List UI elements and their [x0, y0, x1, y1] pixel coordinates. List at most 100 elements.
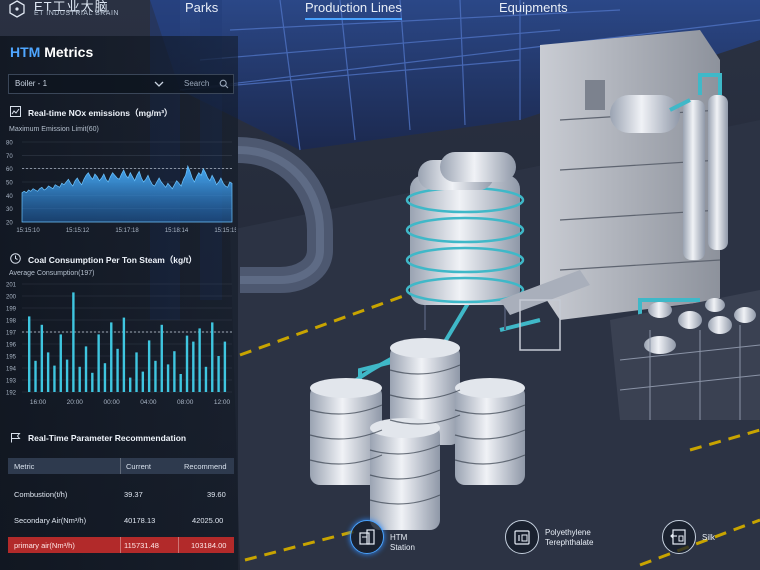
header-current: Current [126, 462, 152, 471]
coal-bar [185, 335, 189, 392]
y-tick-label: 80 [6, 141, 13, 147]
coal-bar [59, 334, 62, 392]
table-header: Metric Current Recommend [8, 458, 234, 474]
coal-bar [154, 360, 157, 392]
y-tick-label: 197 [6, 331, 17, 337]
nav-production-lines[interactable]: Production Lines [305, 0, 402, 20]
header-metric: Metric [14, 462, 35, 471]
boiler-select-value: Boiler - 1 [15, 79, 48, 88]
chevron-down-icon[interactable] [154, 80, 164, 88]
coal-bar [223, 341, 227, 392]
row-metric: primary air(Nm³/h) [14, 541, 75, 550]
y-tick-label: 192 [6, 391, 17, 397]
nox-limit-label: Maximum Emission Limit(60) [9, 126, 99, 133]
coal-bar [28, 316, 31, 392]
nox-area-series [21, 164, 233, 223]
hexagon-logo-icon [9, 0, 25, 18]
coal-bar [192, 341, 195, 392]
app-logo: ET工业大脑 ET INDUSTRIAL BRAIN [8, 0, 158, 22]
coal-bar [72, 292, 75, 392]
coal-bar [103, 363, 107, 392]
y-tick-label: 196 [6, 343, 17, 349]
coal-bar [173, 351, 176, 392]
nox-title: Real-time NOx emissions（mg/m³） [28, 108, 173, 118]
search-icon[interactable] [219, 79, 229, 89]
row-recommend: 39.60 [207, 490, 226, 499]
coal-bar [147, 340, 151, 392]
coal-bar [160, 324, 163, 392]
y-tick-label: 20 [6, 221, 13, 227]
search-input[interactable]: Search [184, 79, 209, 88]
table-row[interactable]: Secondary Air(Nm³/h) 40178.13 42025.00 [8, 512, 234, 528]
x-tick-label: 04:00 [140, 399, 157, 406]
coal-bar [91, 372, 94, 392]
coal-title: Coal Consumption Per Ton Steam（kg/t） [28, 255, 197, 265]
row-recommend: 42025.00 [192, 516, 224, 525]
boiler-selector[interactable]: Boiler - 1 Search [8, 74, 234, 94]
coal-bar [204, 366, 208, 392]
row-current: 40178.13 [124, 516, 156, 525]
coal-bar [129, 377, 132, 392]
coal-consumption-chart: 201 200 199 198 197 196 195 194 193 192 16:00 20:00… [6, 283, 232, 406]
x-tick-label: 15:15:12 [66, 228, 90, 234]
station-pet-label: Polyethylene Terephthalate [545, 528, 593, 548]
coal-bar [110, 322, 113, 392]
coal-bar [217, 356, 220, 392]
coal-bar [65, 359, 69, 392]
coal-bar [122, 317, 126, 392]
recommendation-table: Metric Current Recommend Combustion(t/h)… [8, 458, 234, 553]
station-htm-label: HTM Station [390, 533, 415, 552]
row-current: 115731.48 [124, 541, 159, 550]
flag-icon [11, 433, 21, 443]
nav-equipments[interactable]: Equipments [499, 0, 568, 20]
y-tick-label: 200 [6, 295, 17, 301]
x-tick-label: 12:00 [214, 399, 231, 406]
station-pet-label-line2: Terephthalate [545, 538, 594, 547]
coal-bar [84, 346, 88, 392]
pet-icon [514, 530, 530, 545]
x-tick-label: 15:15:10 [16, 228, 40, 234]
y-tick-label: 60 [6, 167, 13, 173]
logo-subtitle: ET INDUSTRIAL BRAIN [34, 10, 119, 17]
x-tick-label: 15:18:14 [165, 228, 189, 234]
line-chart-icon [10, 106, 21, 117]
station-silk-label: Silk [702, 533, 715, 542]
y-tick-label: 195 [6, 355, 17, 361]
coal-bar [198, 328, 201, 392]
row-metric: Combustion(t/h) [14, 490, 68, 499]
nav-parks[interactable]: Parks [185, 0, 218, 20]
x-tick-label: 15:17:18 [115, 228, 139, 234]
x-tick-label: 15:15:15 [214, 228, 236, 234]
coal-bar [211, 322, 214, 392]
coal-bar [179, 374, 182, 392]
row-metric: Secondary Air(Nm³/h) [14, 516, 87, 525]
y-tick-label: 50 [6, 181, 13, 187]
table-row[interactable]: Combustion(t/h) 39.37 39.60 [8, 486, 234, 502]
coal-bar [40, 324, 44, 392]
station-pet-label-line1: Polyethylene [545, 528, 591, 537]
header-recommend: Recommend [184, 462, 227, 471]
table-row-alert[interactable]: primary air(Nm³/h) 115731.48 103184.00 [8, 537, 234, 553]
row-recommend: 103184.00 [191, 541, 227, 550]
coal-bar [135, 352, 138, 392]
y-tick-label: 201 [6, 283, 17, 289]
y-tick-label: 30 [6, 207, 13, 213]
y-tick-label: 193 [6, 379, 17, 385]
coal-bar [46, 352, 50, 392]
coal-bar [141, 371, 145, 392]
y-tick-label: 199 [6, 307, 17, 313]
coal-bar [34, 360, 37, 392]
nox-emissions-chart: 80 70 60 50 40 30 2015:15:10 15:15:12 15:17:18 15… [6, 141, 236, 235]
htm-station-icon [359, 529, 375, 545]
y-tick-label: 40 [6, 194, 13, 200]
x-tick-label: 08:00 [177, 399, 194, 406]
panel-title: HTM Metrics [10, 44, 93, 60]
clock-icon [10, 253, 21, 264]
coal-bar [116, 348, 119, 392]
coal-bar [78, 366, 81, 392]
x-tick-label: 00:00 [103, 399, 120, 406]
y-tick-label: 194 [6, 367, 17, 373]
panel-title-accent: HTM [10, 44, 41, 60]
coal-bar [97, 334, 100, 392]
silk-icon [670, 529, 686, 545]
